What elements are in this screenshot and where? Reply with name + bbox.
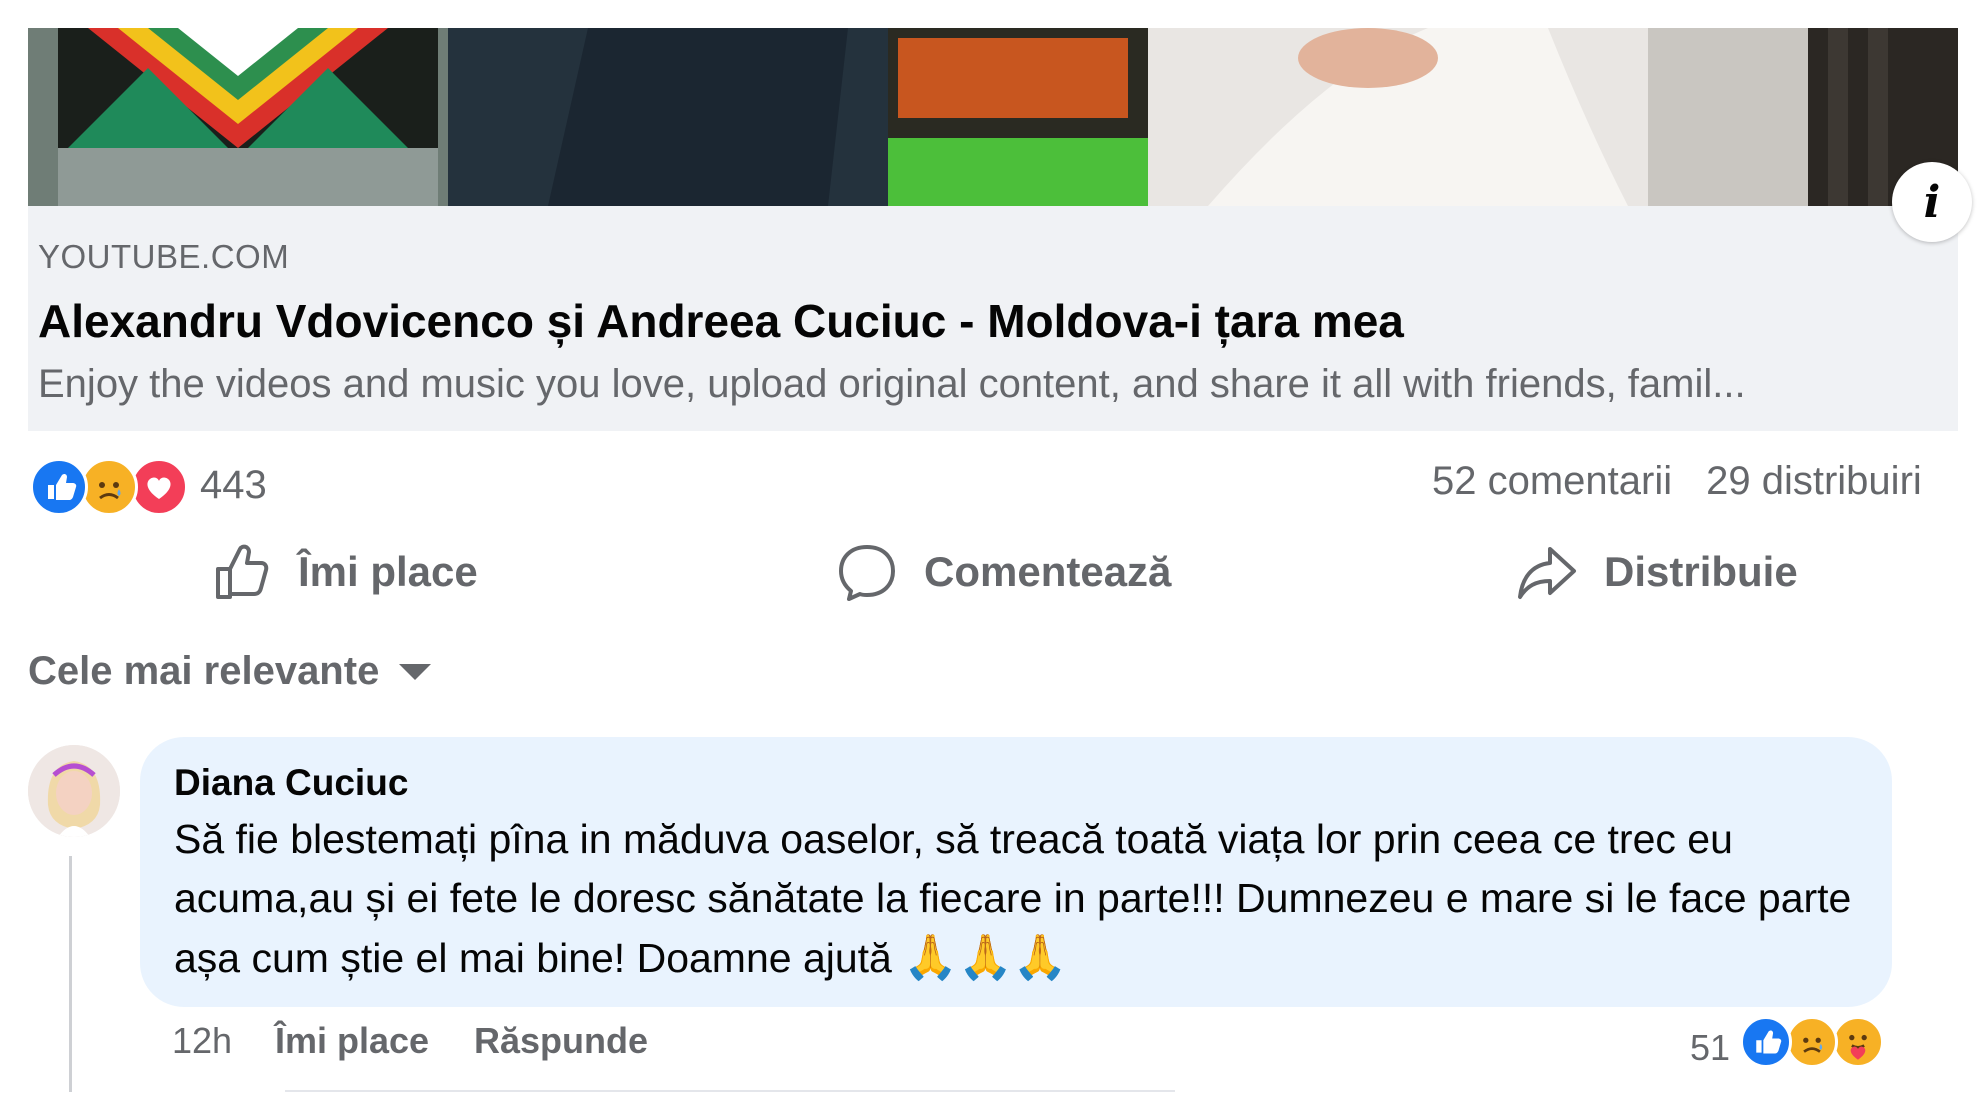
comment-like-button[interactable]: Îmi place <box>275 1020 429 1062</box>
comment-text: Să fie blestemați pîna in măduva oaselor… <box>174 810 1874 988</box>
chevron-down-icon <box>399 663 432 680</box>
like-icon[interactable] <box>1740 1016 1792 1068</box>
share-label: Distribuie <box>1604 548 1798 595</box>
post-stats: 52 comentarii 29 distribuiri <box>1432 459 1960 504</box>
video-thumbnail[interactable] <box>28 28 1958 206</box>
comment-timestamp[interactable]: 12h <box>172 1020 232 1062</box>
info-glyph: i <box>1923 176 1941 228</box>
care-icon[interactable] <box>1832 1016 1884 1068</box>
sad-icon[interactable] <box>1786 1016 1838 1068</box>
folded-hands-emoji: 🙏🙏🙏 <box>903 932 1068 983</box>
comment-reply-button[interactable]: Răspunde <box>474 1020 648 1062</box>
sad-icon[interactable] <box>80 458 138 516</box>
reaction-count[interactable]: 443 <box>200 463 267 508</box>
link-title[interactable]: Alexandru Vdovicenco și Andreea Cuciuc -… <box>38 294 1404 348</box>
comment-sort-dropdown[interactable]: Cele mai relevante <box>28 649 432 694</box>
share-icon <box>1518 547 1576 599</box>
avatar[interactable] <box>28 745 120 837</box>
like-label: Îmi place <box>298 548 478 595</box>
divider <box>285 1090 1175 1092</box>
comment-button[interactable]: Comentează <box>836 540 1171 604</box>
sort-label: Cele mai relevante <box>28 649 380 693</box>
comment-author[interactable]: Diana Cuciuc <box>174 762 408 804</box>
like-icon[interactable] <box>30 458 88 516</box>
link-domain: YOUTUBE.COM <box>38 238 290 275</box>
comments-count[interactable]: 52 comentarii <box>1432 459 1672 503</box>
link-description: Enjoy the videos and music you love, upl… <box>38 362 1746 406</box>
comment-reaction-count[interactable]: 51 <box>1690 1027 1730 1069</box>
comment-icon <box>839 545 895 601</box>
shares-count[interactable]: 29 distribuiri <box>1706 459 1922 503</box>
thumbs-up-icon <box>216 544 269 599</box>
info-icon[interactable]: i <box>1892 162 1972 242</box>
love-icon[interactable] <box>130 458 188 516</box>
like-button[interactable]: Îmi place <box>210 540 478 604</box>
share-button[interactable]: Distribuie <box>1516 540 1798 604</box>
comment-label: Comentează <box>924 548 1172 595</box>
reply-thread-line <box>69 856 72 1092</box>
